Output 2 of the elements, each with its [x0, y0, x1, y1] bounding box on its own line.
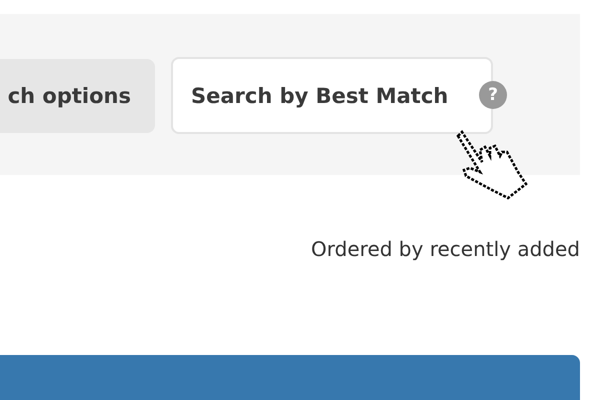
sort-order-text: Ordered by recently added [310, 237, 580, 261]
search-options-button[interactable]: ch options [0, 58, 155, 132]
